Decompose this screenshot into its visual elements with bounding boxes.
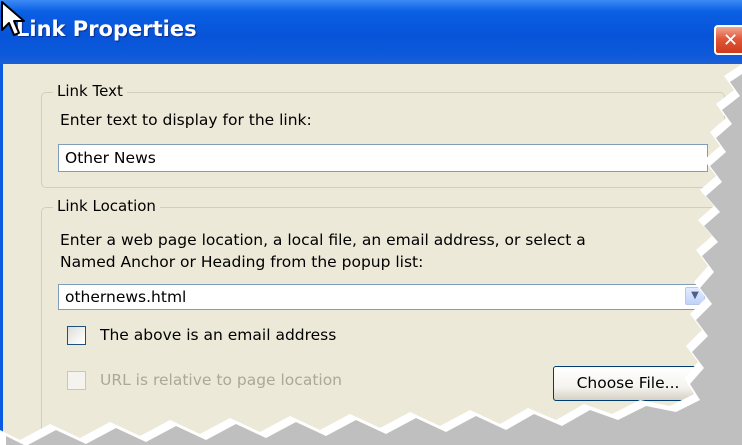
- dialog-body: Link Text Enter text to display for the …: [0, 64, 742, 445]
- link-text-prompt: Enter text to display for the link:: [60, 111, 312, 129]
- email-address-checkbox-label[interactable]: The above is an email address: [100, 326, 336, 344]
- title-bar[interactable]: Link Properties ✕: [0, 0, 742, 64]
- link-text-legend: Link Text: [53, 82, 127, 100]
- link-location-value: othernews.html: [65, 288, 187, 306]
- mouse-pointer-icon: [1, 1, 25, 36]
- close-button[interactable]: ✕: [714, 25, 742, 55]
- link-text-input[interactable]: Other News: [58, 144, 708, 172]
- email-address-checkbox[interactable]: [67, 326, 86, 345]
- choose-file-button[interactable]: Choose File...: [553, 366, 703, 401]
- link-text-groupbox: [41, 92, 725, 188]
- link-properties-dialog: Link Properties ✕ Link Text Enter text t…: [0, 0, 742, 445]
- close-icon: ✕: [723, 30, 739, 51]
- relative-url-checkbox[interactable]: [67, 371, 86, 390]
- relative-url-checkbox-label: URL is relative to page location: [100, 371, 343, 389]
- link-location-prompt-line1: Enter a web page location, a local file,…: [60, 231, 586, 249]
- link-location-combobox[interactable]: othernews.html ▼: [58, 284, 708, 310]
- link-location-legend: Link Location: [53, 197, 160, 215]
- link-location-prompt-line2: Named Anchor or Heading from the popup l…: [60, 253, 424, 271]
- window-title: Link Properties: [16, 17, 197, 41]
